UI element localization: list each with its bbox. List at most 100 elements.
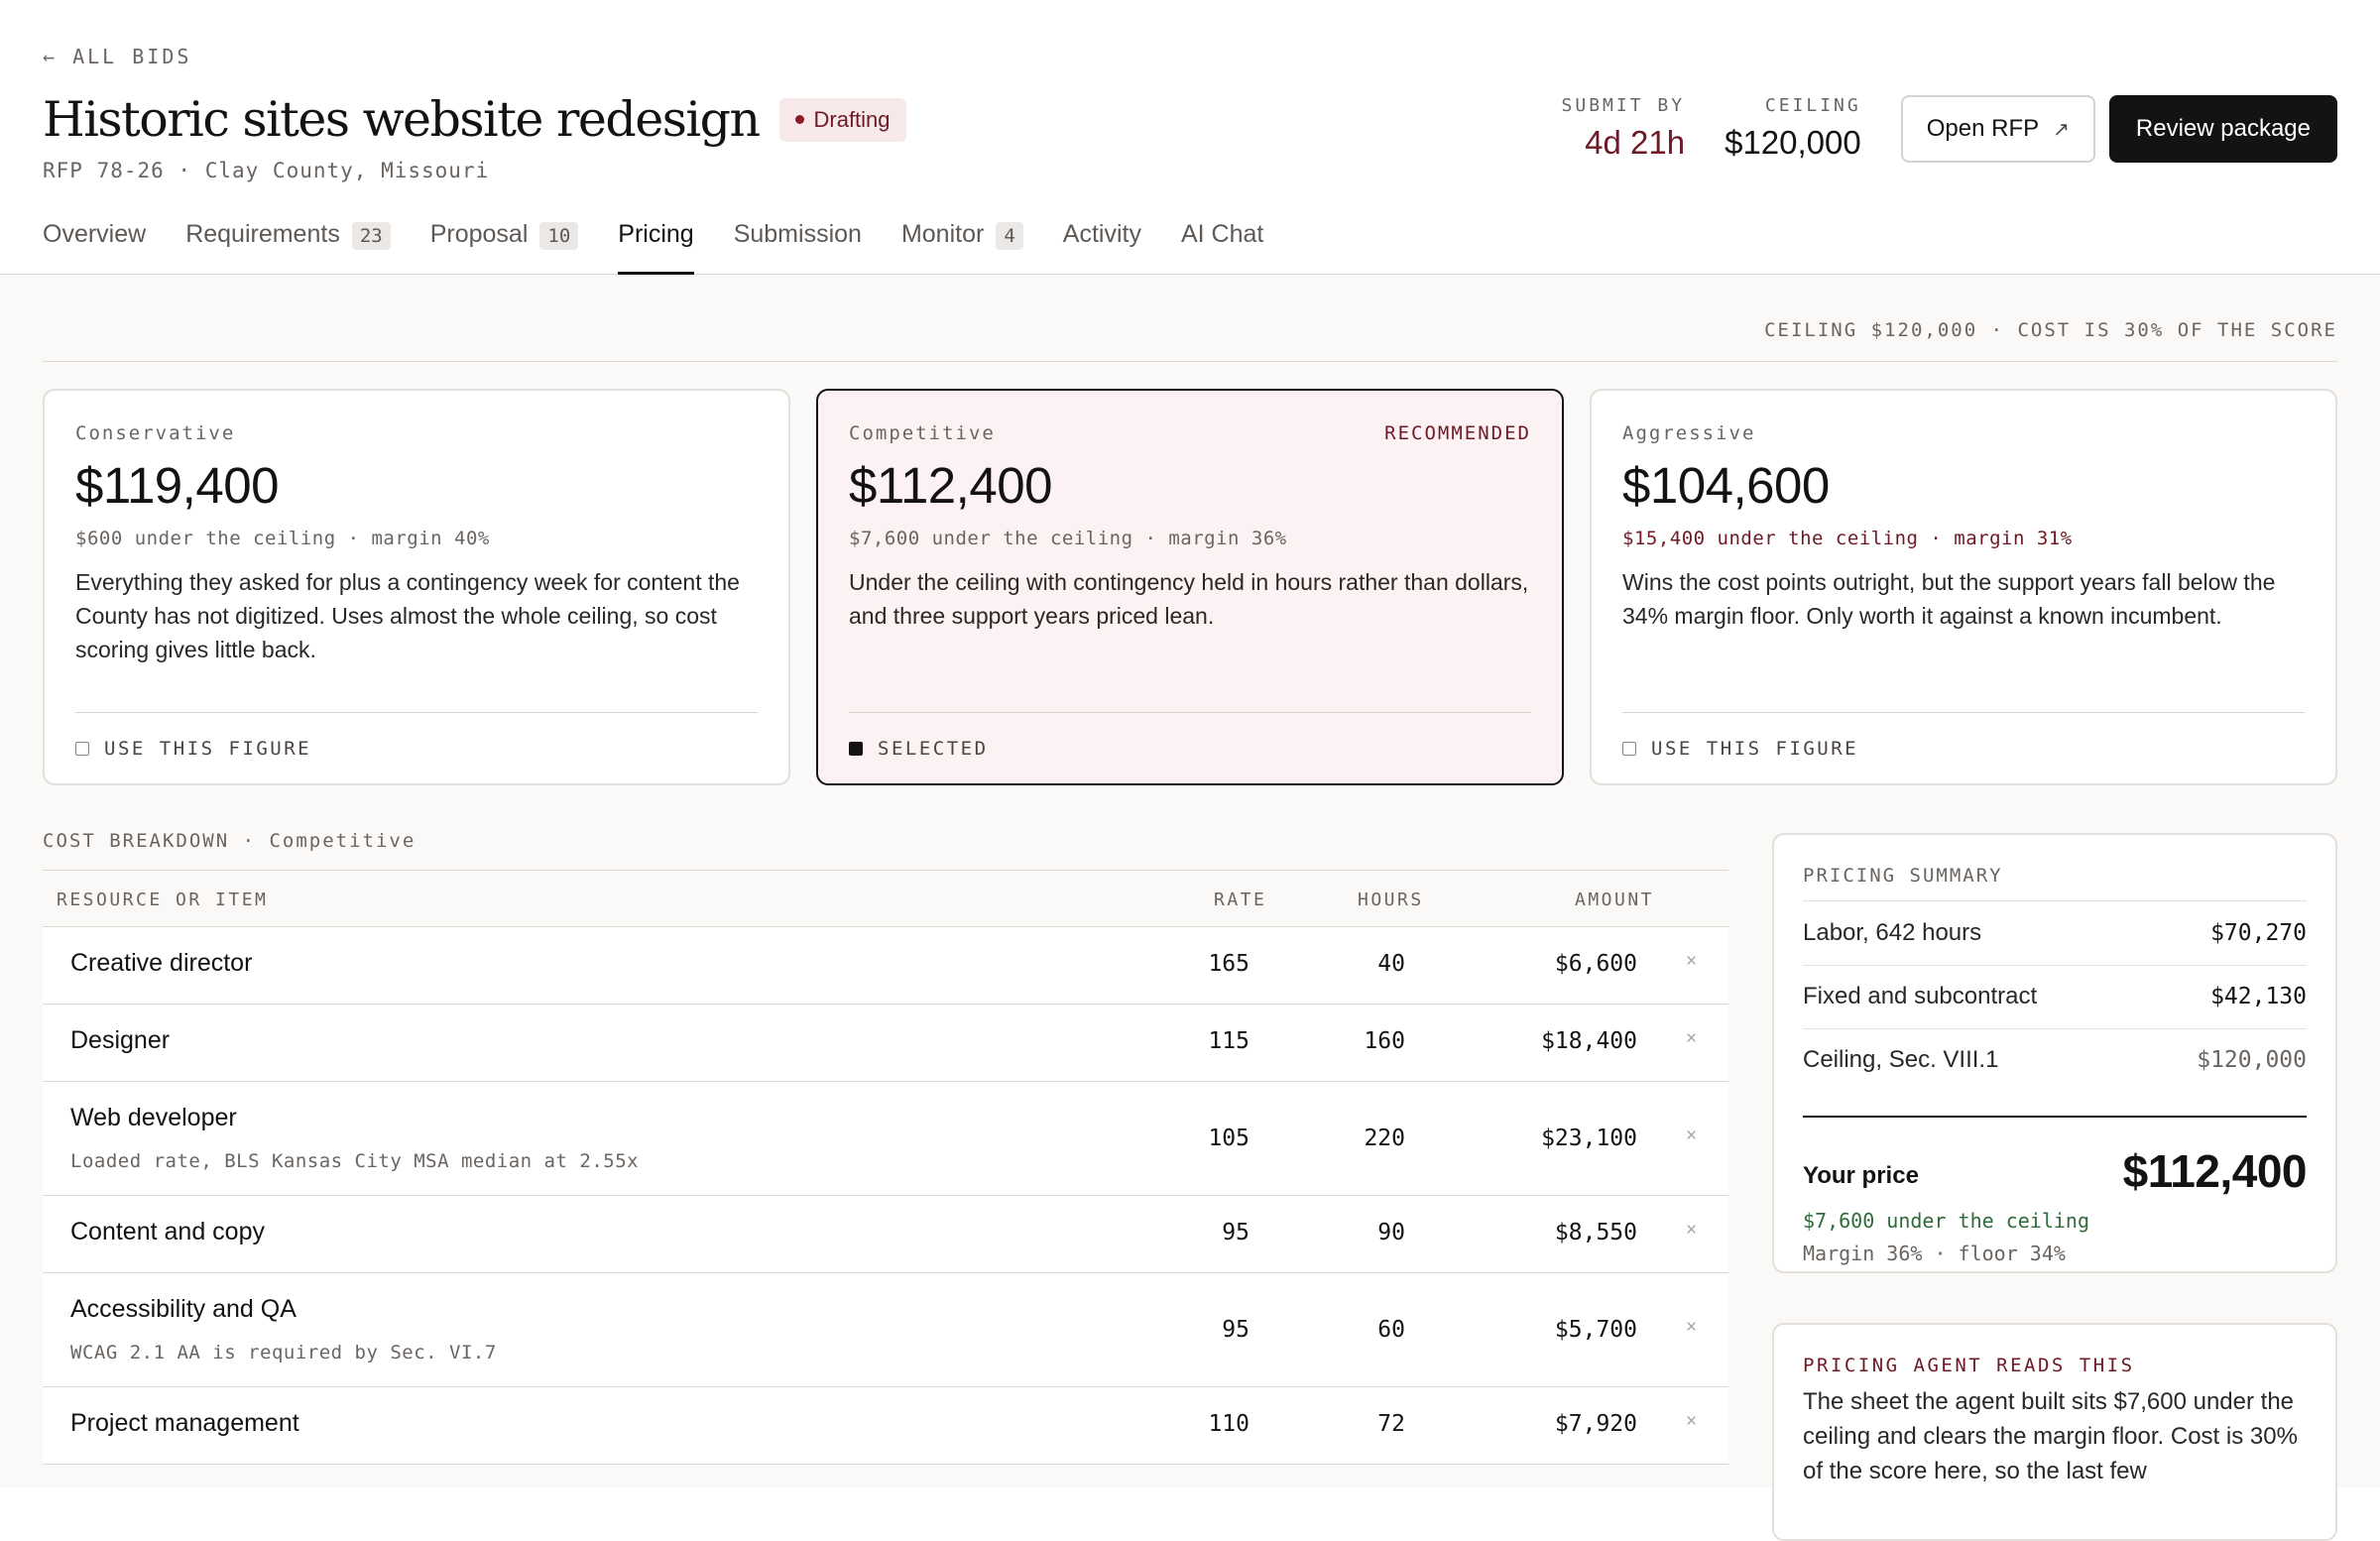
tab-ai-chat[interactable]: AI Chat	[1181, 216, 1263, 275]
row-name: Project management	[70, 1409, 299, 1437]
remove-row-icon[interactable]: ×	[1686, 1317, 1697, 1339]
back-to-all-bids-link[interactable]: ← ALL BIDS	[43, 45, 191, 68]
submit-by-value: 4d 21h	[1585, 124, 1686, 161]
option-card-competitive[interactable]: Competitive RECOMMENDED $112,400 $7,600 …	[816, 389, 1564, 785]
row-amount: $6,600	[1554, 951, 1637, 977]
pricing-agent-card: PRICING AGENT READS THIS The sheet the a…	[1772, 1323, 2337, 1541]
summary-row: Fixed and subcontract $42,130	[1803, 965, 2307, 1028]
option-description: Everything they asked for plus a conting…	[75, 569, 740, 662]
row-rate: 95	[1222, 1317, 1250, 1343]
row-hours: 220	[1364, 1126, 1405, 1151]
row-note: WCAG 2.1 AA is required by Sec. VI.7	[70, 1342, 497, 1363]
status-badge-label: Drafting	[813, 106, 891, 132]
summary-row: Ceiling, Sec. VIII.1 $120,000	[1803, 1028, 2307, 1092]
ceiling-value: $120,000	[1725, 124, 1861, 161]
table-header: RESOURCE OR ITEM RATE HOURS AMOUNT	[43, 870, 1728, 927]
checkbox-icon	[75, 742, 89, 756]
selected-toggle[interactable]: SELECTED	[849, 738, 989, 760]
tab-monitor[interactable]: Monitor 4	[901, 216, 1023, 275]
open-rfp-label: Open RFP	[1926, 115, 2040, 142]
checkbox-checked-icon	[849, 742, 863, 756]
option-card-conservative[interactable]: Conservative $119,400 $600 under the cei…	[43, 389, 790, 785]
ceiling-note: CEILING $120,000 · COST IS 30% OF THE SC…	[1764, 319, 2337, 341]
submit-by-label: SUBMIT BY	[1561, 95, 1686, 116]
open-rfp-button[interactable]: Open RFP ↗	[1900, 95, 2095, 163]
tab-submission[interactable]: Submission	[734, 216, 862, 275]
pricing-summary-label: PRICING SUMMARY	[1803, 865, 2003, 887]
table-row[interactable]: Creative director 165 40 $6,600 ×	[43, 927, 1728, 1005]
ceiling-stat: CEILING $120,000	[1725, 95, 1861, 162]
row-hours: 60	[1377, 1317, 1405, 1343]
option-action-label: SELECTED	[878, 738, 989, 760]
divider	[1622, 712, 2305, 713]
divider	[1803, 1116, 2307, 1118]
tab-activity[interactable]: Activity	[1063, 216, 1141, 275]
row-name: Designer	[70, 1026, 171, 1054]
remove-row-icon[interactable]: ×	[1686, 1411, 1697, 1433]
option-price: $119,400	[75, 457, 279, 514]
your-price-label: Your price	[1803, 1162, 1919, 1189]
summary-row-label: Fixed and subcontract	[1803, 983, 2038, 1009]
tab-count-badge: 10	[539, 222, 579, 250]
remove-row-icon[interactable]: ×	[1686, 951, 1697, 973]
tab-label: Monitor	[900, 220, 985, 248]
title-row: Historic sites website redesign Drafting	[43, 91, 906, 148]
your-price-value: $112,400	[2122, 1145, 2308, 1197]
tab-proposal[interactable]: Proposal 10	[430, 216, 579, 275]
page-header: ← ALL BIDS Historic sites website redesi…	[0, 0, 2380, 275]
tab-label: Requirements	[185, 220, 340, 248]
tab-requirements[interactable]: Requirements 23	[185, 216, 391, 275]
option-action-label: USE THIS FIGURE	[1651, 738, 1859, 760]
review-package-button[interactable]: Review package	[2108, 95, 2337, 163]
row-hours: 40	[1377, 951, 1405, 977]
row-rate: 110	[1208, 1411, 1250, 1437]
tab-pricing[interactable]: Pricing	[618, 216, 695, 275]
use-this-figure-toggle[interactable]: USE THIS FIGURE	[1622, 738, 1858, 760]
status-dot-icon	[794, 115, 804, 124]
column-header-rate: RATE	[1214, 889, 1267, 910]
row-rate: 105	[1208, 1126, 1250, 1151]
external-link-icon: ↗	[2053, 118, 2070, 141]
divider	[849, 712, 1531, 713]
table-row[interactable]: Designer 115 160 $18,400 ×	[43, 1005, 1728, 1082]
summary-row-value: $70,270	[2210, 920, 2307, 946]
column-header-item: RESOURCE OR ITEM	[57, 889, 269, 910]
row-amount: $5,700	[1554, 1317, 1637, 1343]
table-row[interactable]: Accessibility and QA WCAG 2.1 AA is requ…	[43, 1273, 1728, 1387]
row-amount: $8,550	[1554, 1220, 1637, 1245]
table-row[interactable]: Web developer Loaded rate, BLS Kansas Ci…	[43, 1082, 1728, 1196]
row-rate: 95	[1222, 1220, 1250, 1245]
tab-bar: Overview Requirements 23 Proposal 10 Pri…	[43, 216, 1303, 275]
remove-row-icon[interactable]: ×	[1686, 1028, 1697, 1050]
column-header-amount: AMOUNT	[1575, 889, 1655, 910]
option-card-aggressive[interactable]: Aggressive $104,600 $15,400 under the ce…	[1590, 389, 2337, 785]
pricing-panel: CEILING $120,000 · COST IS 30% OF THE SC…	[0, 275, 2380, 1541]
summary-row-label: Ceiling, Sec. VIII.1	[1803, 1046, 1999, 1073]
rfp-meta: RFP 78-26 · Clay County, Missouri	[43, 159, 490, 182]
divider	[43, 361, 2337, 362]
row-amount: $23,100	[1541, 1126, 1637, 1151]
pricing-options: Conservative $119,400 $600 under the cei…	[43, 389, 2337, 785]
tab-label: Submission	[733, 220, 862, 248]
row-rate: 165	[1208, 951, 1250, 977]
cost-breakdown-table: RESOURCE OR ITEM RATE HOURS AMOUNT Creat…	[43, 870, 1728, 1465]
summary-row-label: Labor, 642 hours	[1803, 919, 1982, 946]
tab-overview[interactable]: Overview	[43, 216, 146, 275]
tab-label: Pricing	[618, 220, 694, 248]
use-this-figure-toggle[interactable]: USE THIS FIGURE	[75, 738, 311, 760]
remove-row-icon[interactable]: ×	[1686, 1220, 1697, 1242]
row-hours: 160	[1364, 1028, 1405, 1054]
option-price: $112,400	[849, 457, 1052, 514]
pricing-agent-text: The sheet the agent built sits $7,600 un…	[1803, 1388, 2298, 1484]
row-name: Web developer	[70, 1104, 237, 1131]
option-delta: $15,400 under the ceiling · margin 31%	[1622, 528, 2073, 549]
table-row[interactable]: Content and copy 95 90 $8,550 ×	[43, 1196, 1728, 1273]
recommended-badge: RECOMMENDED	[1384, 422, 1531, 444]
summary-row: Labor, 642 hours $70,270	[1803, 901, 2307, 965]
margin-note: Margin 36% · floor 34%	[1803, 1242, 2066, 1265]
table-row[interactable]: Project management 110 72 $7,920 ×	[43, 1387, 1728, 1465]
summary-row-value: $120,000	[2197, 1047, 2307, 1073]
option-description: Wins the cost points outright, but the s…	[1622, 569, 2276, 629]
remove-row-icon[interactable]: ×	[1686, 1126, 1697, 1147]
row-note: Loaded rate, BLS Kansas City MSA median …	[70, 1150, 640, 1172]
